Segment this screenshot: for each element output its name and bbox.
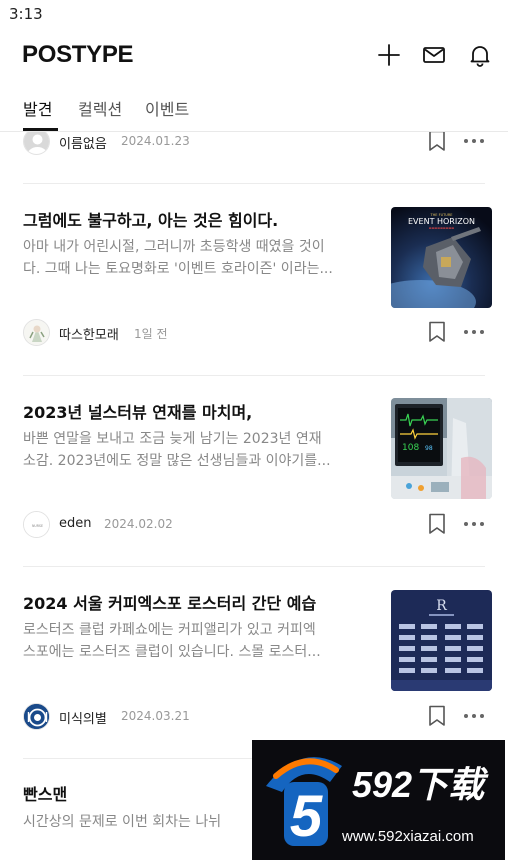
author-name[interactable]: 이름없음 [59,133,107,152]
tab-event[interactable]: 이벤트 [145,96,189,120]
author-name[interactable]: eden [59,516,92,531]
mail-icon [423,47,445,63]
status-time: 3:13 [9,5,43,23]
thumb-text: EVENT HORIZON [408,217,475,226]
excerpt-line: 바쁜 연말을 보내고 조금 늦게 남기는 2023년 연재 [23,431,322,447]
post-title[interactable]: 2023년 널스터뷰 연재를 마치며, [23,399,252,423]
more-options-icon[interactable] [463,709,485,723]
post-title[interactable]: 2024 서울 커피엑스포 로스터리 간단 예습 [23,590,316,614]
post-date: 2024.01.23 [121,134,190,148]
post-meta: 이름없음 2024.01.23 [0,132,508,156]
bookmark-icon[interactable] [428,321,446,343]
bell-icon [470,46,490,67]
divider [23,183,485,184]
post-date: 2024.02.02 [104,517,173,531]
new-post-button[interactable] [376,42,402,68]
bookmark-icon[interactable] [428,705,446,727]
post-meta: NURSE eden 2024.02.02 [0,511,508,539]
post-title[interactable]: 빤스맨 [23,781,67,805]
bookmark-icon[interactable] [428,132,446,152]
post-thumbnail[interactable]: R [391,590,492,691]
avatar[interactable] [23,132,50,155]
more-options-icon[interactable] [463,325,485,339]
more-options-icon[interactable] [463,134,485,148]
post-title[interactable]: 그럼에도 불구하고, 아는 것은 힘이다. [23,207,278,231]
divider [23,566,485,567]
coffee-expo-poster-image: R [391,590,492,691]
brand-logo-mark: 5 [266,757,342,849]
post-date: 2024.03.21 [121,709,190,723]
post-meta: 따스한모래 1일 전 [0,319,508,347]
excerpt-line: 로스터즈 클럽 카페쇼에는 커피앨리가 있고 커피엑 [23,622,316,638]
thumb-text: R [436,598,447,614]
post-excerpt: 바쁜 연말을 보내고 조금 늦게 남기는 2023년 연재 소감. 2023년에… [23,428,373,472]
bookmark-icon[interactable] [428,513,446,535]
notifications-button[interactable] [467,42,493,68]
post-excerpt: 로스터즈 클럽 카페쇼에는 커피앨리가 있고 커피엑 스포에는 로스터즈 클럽이… [23,619,373,663]
tab-bar: 발견 컬렉션 이벤트 [0,82,508,132]
ad-url-text: www.592xiazai.com [342,828,474,845]
avatar[interactable] [23,319,50,346]
divider [23,375,485,376]
post-date: 1일 전 [134,327,168,341]
post-thumbnail[interactable]: THE FUTURE EVENT HORIZON ▬▬▬▬▬▬▬▬▬ [391,207,492,308]
event-horizon-poster-image: THE FUTURE EVENT HORIZON ▬▬▬▬▬▬▬▬▬ [391,207,492,308]
postype-logo[interactable]: POSTYPE [22,41,134,69]
svg-text:5: 5 [290,784,323,849]
avatar-text: NURSE [32,524,43,528]
svg-text:98: 98 [425,445,433,452]
excerpt-line: 다. 그때 나는 토요명화로 '이벤트 호라이즌' 이라는... [23,261,333,277]
illustrated-avatar-image [24,320,49,345]
svg-text:108: 108 [402,443,419,453]
plus-icon [378,44,400,66]
author-name[interactable]: 미식의별 [59,708,107,727]
avatar[interactable] [23,703,50,730]
excerpt-line: 소감. 2023년에도 정말 많은 선생님들과 이야기를... [23,453,331,469]
tab-discover[interactable]: 발견 [23,96,52,120]
hospital-monitor-image: 108 98 [391,398,492,499]
post-excerpt: 아마 내가 어린시절, 그러니까 초등학생 때였을 것이 다. 그때 나는 토요… [23,236,373,280]
excerpt-line: 아마 내가 어린시절, 그러니까 초등학생 때였을 것이 [23,239,325,255]
status-bar: 3:13 [0,0,508,30]
post-meta: 미식의별 2024.03.21 [0,703,508,731]
avatar[interactable]: NURSE [23,511,50,538]
ad-brand-text: 592下载 [352,764,485,805]
post-thumbnail[interactable]: 108 98 [391,398,492,499]
author-name[interactable]: 따스한모래 [59,324,119,343]
svg-text:▬▬▬▬▬▬▬▬▬: ▬▬▬▬▬▬▬▬▬ [429,226,455,230]
active-tab-indicator [23,128,58,131]
app-header: POSTYPE [0,30,508,80]
tab-collection[interactable]: 컬렉션 [78,96,122,120]
plate-avatar-image [24,704,49,729]
logo-avatar-image: NURSE [24,512,49,537]
more-options-icon[interactable] [463,517,485,531]
excerpt-line: 스포에는 로스터즈 클럽이 있습니다. 스몰 로스터... [23,644,321,660]
watermark-ad-banner[interactable]: 5 592下载 www.592xiazai.com [252,740,505,860]
default-avatar-icon [24,132,49,154]
messages-button[interactable] [421,42,447,68]
